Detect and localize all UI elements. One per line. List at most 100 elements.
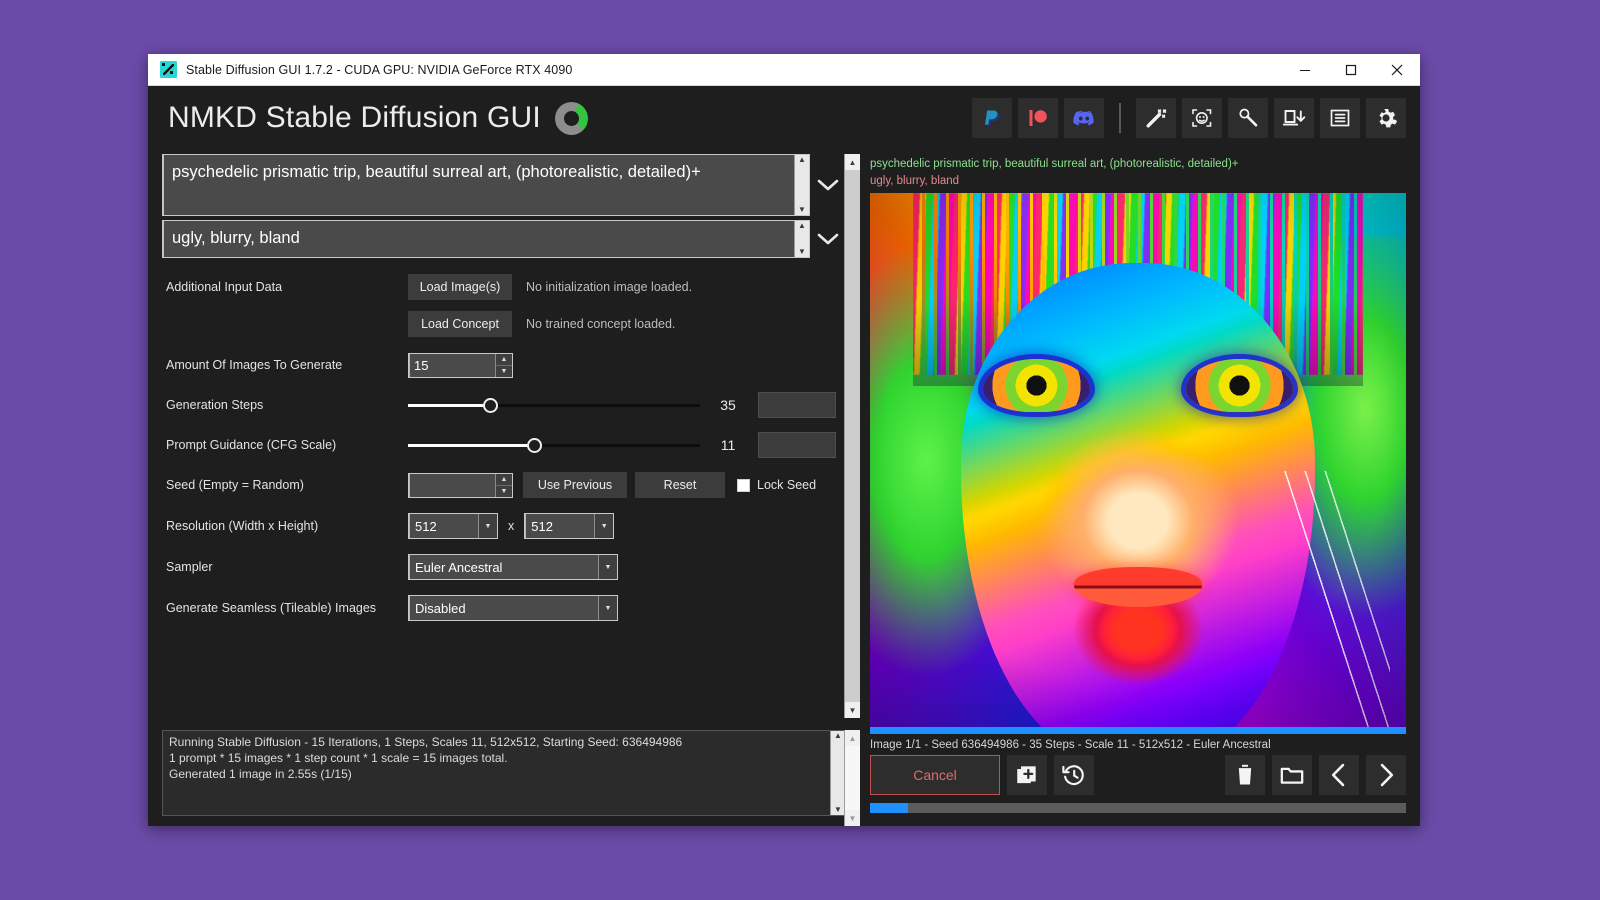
resolution-separator: x <box>508 519 514 533</box>
log-scrollbar[interactable]: ▲▼ <box>830 731 845 815</box>
load-images-button[interactable]: Load Image(s) <box>408 274 512 300</box>
negative-prompt-scrollbar[interactable]: ▲▼ <box>794 221 809 257</box>
seed-label: Seed (Empty = Random) <box>166 478 408 492</box>
resolution-width-select[interactable]: 512 ▼ <box>408 513 498 539</box>
lock-seed-checkbox[interactable] <box>737 479 750 492</box>
chevron-down-icon[interactable]: ▼ <box>598 555 617 579</box>
main-body: psychedelic prismatic trip, beautiful su… <box>148 150 1420 826</box>
row-amount: Amount Of Images To Generate 15 ▲▼ <box>166 350 860 380</box>
seed-stepper[interactable]: ▲▼ <box>408 473 513 498</box>
wrench-icon[interactable] <box>1228 98 1268 138</box>
negative-prompt-row: ugly, blurry, bland ▲▼ <box>148 220 860 258</box>
row-load-concept: Load Concept No trained concept loaded. <box>166 309 860 339</box>
discord-icon[interactable] <box>1064 98 1104 138</box>
log-scroll-down-icon[interactable]: ▼ <box>845 810 860 826</box>
preview-positive-prompt: psychedelic prismatic trip, beautiful su… <box>870 156 1410 173</box>
log-area: Running Stable Diffusion - 15 Iterations… <box>148 730 860 826</box>
steps-value: 35 <box>706 397 750 413</box>
maximize-button[interactable] <box>1328 54 1374 85</box>
log-line-1: Running Stable Diffusion - 15 Iterations… <box>169 735 824 751</box>
positive-prompt-input[interactable]: psychedelic prismatic trip, beautiful su… <box>163 155 794 215</box>
generated-image[interactable] <box>870 193 1406 727</box>
positive-prompt-scrollbar[interactable]: ▲▼ <box>794 155 809 215</box>
cfg-slider[interactable] <box>408 435 700 455</box>
face-restore-icon[interactable] <box>1182 98 1222 138</box>
app-header: NMKD Stable Diffusion GUI <box>148 86 1420 150</box>
preview-negative-prompt: ugly, blurry, bland <box>870 173 1410 190</box>
steps-label: Generation Steps <box>166 398 408 412</box>
title-bar: Stable Diffusion GUI 1.7.2 - CUDA GPU: N… <box>148 54 1420 86</box>
amount-label: Amount Of Images To Generate <box>166 358 408 372</box>
negative-prompt-box[interactable]: ugly, blurry, bland ▲▼ <box>162 220 810 258</box>
chevron-down-icon[interactable]: ▼ <box>598 596 617 620</box>
folder-icon[interactable] <box>1272 755 1312 795</box>
patreon-icon[interactable] <box>1018 98 1058 138</box>
loading-spinner <box>555 102 588 135</box>
row-sampler: Sampler Euler Ancestral ▼ <box>166 552 860 582</box>
close-button[interactable] <box>1374 54 1420 85</box>
steps-slider-thumb[interactable] <box>483 398 498 413</box>
history-icon[interactable] <box>1054 755 1094 795</box>
model-download-icon[interactable] <box>1274 98 1314 138</box>
preview-pane: psychedelic prismatic trip, beautiful su… <box>860 150 1420 826</box>
header-icon-bar <box>972 98 1406 138</box>
load-concept-button[interactable]: Load Concept <box>408 311 512 337</box>
magic-wand-icon[interactable] <box>1136 98 1176 138</box>
cfg-slider-fill <box>408 444 534 447</box>
row-steps: Generation Steps 35 <box>166 390 860 420</box>
resolution-height-select[interactable]: 512 ▼ <box>524 513 614 539</box>
log-scroll-up-icon[interactable]: ▲ <box>845 730 860 746</box>
generation-progress-fill <box>870 803 908 813</box>
generated-image-content <box>870 193 1406 727</box>
cfg-extra-box[interactable] <box>758 432 836 458</box>
row-resolution: Resolution (Width x Height) 512 ▼ x 512 … <box>166 511 860 541</box>
scroll-down-icon[interactable]: ▼ <box>845 702 860 718</box>
negative-prompt-expand-icon[interactable] <box>810 220 846 258</box>
sampler-label: Sampler <box>166 560 408 574</box>
cancel-button[interactable]: Cancel <box>870 755 1000 795</box>
chevron-down-icon[interactable]: ▼ <box>478 514 497 538</box>
queue-list-icon[interactable] <box>1320 98 1360 138</box>
steps-slider-fill <box>408 404 490 407</box>
preview-prompt-block: psychedelic prismatic trip, beautiful su… <box>860 150 1420 193</box>
prev-arrow-icon[interactable] <box>1319 755 1359 795</box>
steps-extra-box[interactable] <box>758 392 836 418</box>
reset-seed-button[interactable]: Reset <box>635 472 725 498</box>
amount-value[interactable]: 15 <box>409 354 495 377</box>
app-icon <box>160 61 177 78</box>
log-text: Running Stable Diffusion - 15 Iterations… <box>163 731 830 815</box>
steps-slider[interactable] <box>408 395 700 415</box>
log-pane-scrollbar[interactable]: ▲ ▼ <box>844 730 860 826</box>
log-line-2: 1 prompt * 15 images * 1 step count * 1 … <box>169 751 824 767</box>
seed-spinner[interactable]: ▲▼ <box>495 474 512 497</box>
chevron-down-icon[interactable]: ▼ <box>594 514 613 538</box>
next-arrow-icon[interactable] <box>1366 755 1406 795</box>
lock-seed-row[interactable]: Lock Seed <box>737 478 816 492</box>
seamless-select[interactable]: Disabled ▼ <box>408 595 618 621</box>
gear-icon[interactable] <box>1366 98 1406 138</box>
row-cfg: Prompt Guidance (CFG Scale) 11 <box>166 430 860 460</box>
paypal-icon[interactable] <box>972 98 1012 138</box>
use-previous-button[interactable]: Use Previous <box>523 472 627 498</box>
trash-icon[interactable] <box>1225 755 1265 795</box>
sampler-value: Euler Ancestral <box>409 555 598 579</box>
settings-scrollbar-thumb[interactable] <box>845 170 860 702</box>
amount-spinner[interactable]: ▲▼ <box>495 354 512 377</box>
seed-value[interactable] <box>409 474 495 497</box>
application-window: Stable Diffusion GUI 1.7.2 - CUDA GPU: N… <box>148 54 1420 826</box>
lock-seed-label: Lock Seed <box>757 478 816 492</box>
positive-prompt-box[interactable]: psychedelic prismatic trip, beautiful su… <box>162 154 810 216</box>
sampler-select[interactable]: Euler Ancestral ▼ <box>408 554 618 580</box>
generation-progress-bar <box>870 803 1406 813</box>
row-additional-input: Additional Input Data Load Image(s) No i… <box>166 272 860 302</box>
minimize-button[interactable] <box>1282 54 1328 85</box>
positive-prompt-expand-icon[interactable] <box>810 154 846 216</box>
copy-add-icon[interactable] <box>1007 755 1047 795</box>
scroll-up-icon[interactable]: ▲ <box>845 154 860 170</box>
seamless-value: Disabled <box>409 596 598 620</box>
cfg-slider-thumb[interactable] <box>527 438 542 453</box>
settings-scrollbar[interactable]: ▲ ▼ <box>844 154 860 718</box>
negative-prompt-input[interactable]: ugly, blurry, bland <box>163 221 794 257</box>
amount-stepper[interactable]: 15 ▲▼ <box>408 353 513 378</box>
log-line-3: Generated 1 image in 2.55s (1/15) <box>169 767 824 783</box>
